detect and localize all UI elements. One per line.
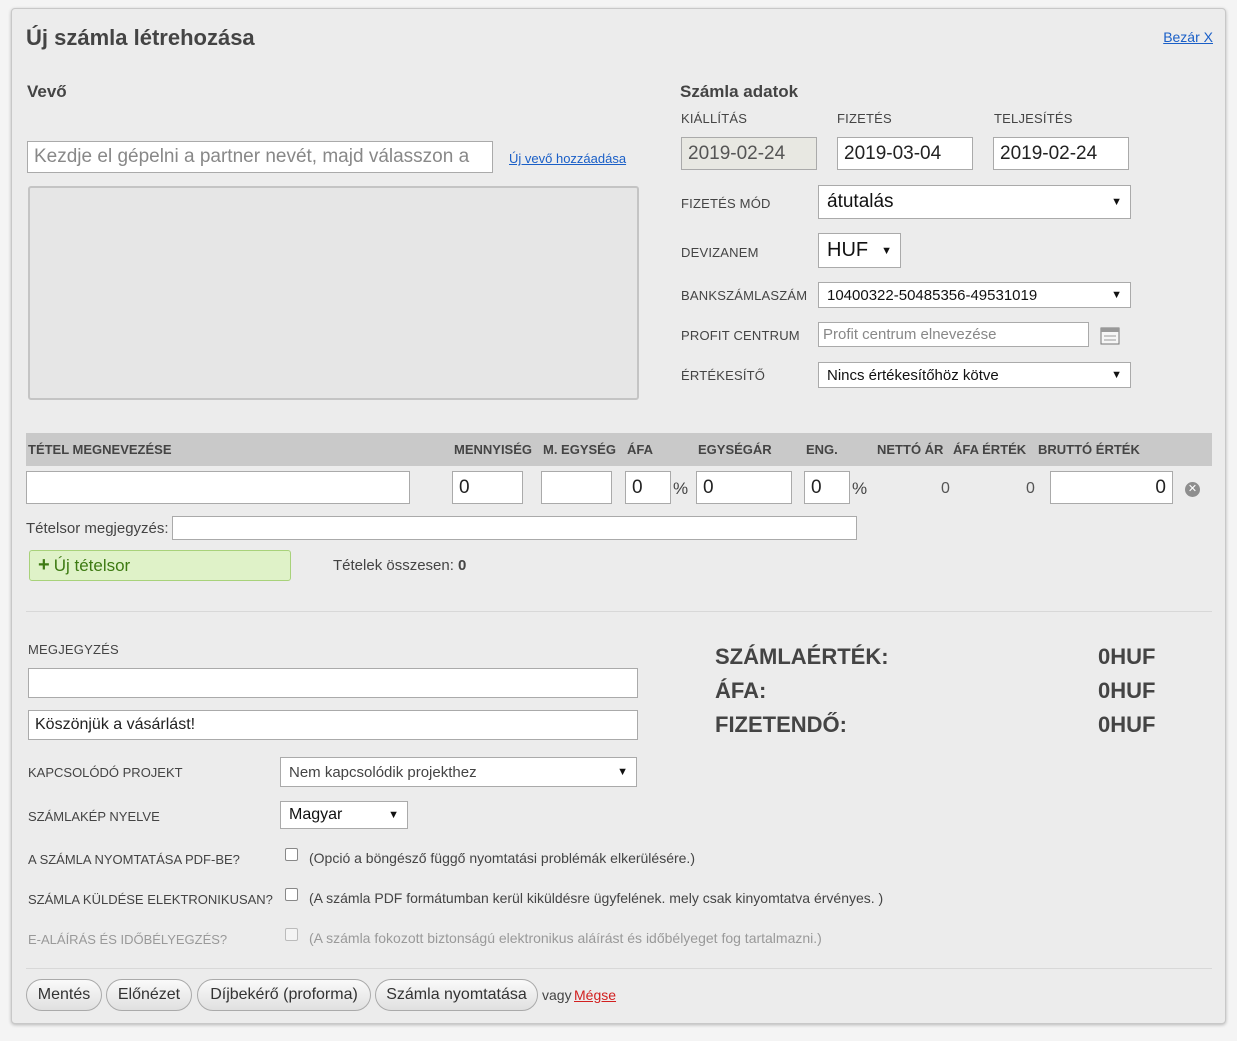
total-items-label: Tételek összesen:	[333, 557, 454, 574]
calendar-icon[interactable]	[1100, 327, 1120, 345]
profit-center-input[interactable]: Profit centrum elnevezése	[818, 322, 1089, 347]
pdf-print-checkbox[interactable]	[285, 848, 298, 861]
language-select[interactable]: Magyar ▼	[280, 801, 408, 829]
total-items-count: 0	[458, 557, 467, 574]
buyer-details-box	[28, 186, 639, 400]
invoice-value-label: SZÁMLAÉRTÉK:	[715, 644, 889, 669]
buyer-title: Vevő	[27, 82, 67, 101]
discount-percent-sign: %	[852, 479, 868, 498]
divider	[26, 611, 1212, 612]
pdf-print-label: A SZÁMLA NYOMTATÁSA PDF-BE?	[28, 852, 240, 867]
add-item-row-button[interactable]: + Új tételsor	[29, 550, 291, 581]
payment-method-value: átutalás	[827, 191, 894, 212]
item-net-value: 0	[941, 480, 950, 497]
item-qty-input[interactable]: 0	[452, 471, 523, 504]
payment-date-label: FIZETÉS	[837, 111, 892, 126]
seller-select[interactable]: Nincs értékesítőhöz kötve ▼	[818, 362, 1131, 388]
payment-method-label: FIZETÉS MÓD	[681, 196, 771, 211]
preview-button[interactable]: Előnézet	[106, 979, 192, 1011]
invoice-data-title: Számla adatok	[680, 82, 799, 101]
esign-label: E-ALÁÍRÁS ÉS IDŐBÉLYEGZÉS?	[28, 932, 228, 947]
chevron-down-icon: ▼	[881, 244, 892, 257]
proforma-button[interactable]: Díjbekérő (proforma)	[197, 979, 371, 1011]
save-button[interactable]: Mentés	[26, 979, 102, 1011]
fulfilment-date-label: TELJESÍTÉS	[994, 111, 1073, 126]
payable-label: FIZETENDŐ:	[715, 712, 847, 737]
invoice-panel: Új számla létrehozása Bezár X Vevő Kezdj…	[11, 8, 1226, 1024]
payment-method-select[interactable]: átutalás ▼	[818, 185, 1131, 219]
email-send-help: (A számla PDF formátumban kerül kiküldés…	[309, 890, 884, 906]
esign-checkbox	[285, 928, 298, 941]
seller-label: ÉRTÉKESÍTŐ	[681, 368, 766, 383]
esign-help: (A számla fokozott biztonságú elektronik…	[309, 930, 822, 946]
items-table-header: TÉTEL MEGNEVEZÉSE MENNYISÉG M. EGYSÉG ÁF…	[26, 433, 1212, 466]
col-net: NETTÓ ÁR	[877, 442, 944, 457]
divider	[26, 968, 1212, 969]
item-discount-input[interactable]: 0	[804, 471, 850, 504]
issue-date-input: 2019-02-24	[681, 137, 817, 170]
project-select[interactable]: Nem kapcsolódik projekthez ▼	[280, 757, 637, 787]
item-vat-value: 0	[1026, 480, 1035, 497]
project-label: KAPCSOLÓDÓ PROJEKT	[28, 765, 183, 780]
col-vat: ÁFA	[627, 442, 653, 457]
profit-center-label: PROFIT CENTRUM	[681, 328, 800, 343]
col-qty: MENNYISÉG	[454, 442, 533, 457]
chevron-down-icon: ▼	[388, 809, 399, 821]
fulfilment-date-input[interactable]: 2019-02-24	[993, 137, 1129, 170]
plus-icon: +	[38, 554, 50, 576]
item-unit-price-input[interactable]: 0	[696, 471, 792, 504]
pdf-print-help: (Opció a böngésző függő nyomtatási probl…	[309, 850, 695, 866]
seller-value: Nincs értékesítőhöz kötve	[827, 366, 999, 384]
email-send-checkbox[interactable]	[285, 888, 298, 901]
col-gross: BRUTTÓ ÉRTÉK	[1038, 442, 1140, 457]
note-input-1[interactable]	[28, 668, 638, 698]
language-label: SZÁMLAKÉP NYELVE	[28, 809, 160, 824]
add-buyer-link[interactable]: Új vevő hozzáadása	[509, 151, 626, 166]
buyer-search-input[interactable]: Kezdje el gépelni a partner nevét, majd …	[27, 141, 493, 173]
item-gross-input[interactable]: 0	[1050, 471, 1173, 504]
remove-row-icon[interactable]: ✕	[1185, 482, 1200, 497]
currency-value: HUF	[827, 239, 869, 261]
item-note-label: Tételsor megjegyzés:	[26, 520, 169, 537]
vat-total-value: 0HUF	[1098, 678, 1156, 703]
item-unit-input[interactable]	[541, 471, 612, 504]
col-unit: M. EGYSÉG	[543, 442, 616, 457]
project-value: Nem kapcsolódik projekthez	[289, 763, 477, 781]
payment-date-input[interactable]: 2019-03-04	[837, 137, 973, 170]
close-link[interactable]: Bezár X	[1163, 29, 1213, 45]
item-note-input[interactable]	[172, 516, 857, 540]
bank-account-value: 10400322-50485356-49531019	[827, 286, 1038, 304]
email-send-label: SZÁMLA KÜLDÉSE ELEKTRONIKUSAN?	[28, 892, 273, 907]
chevron-down-icon: ▼	[1111, 289, 1122, 301]
invoice-value: 0HUF	[1098, 644, 1156, 669]
item-name-input[interactable]	[26, 471, 410, 504]
col-discount: ENG.	[806, 442, 838, 457]
notes-label: MEGJEGYZÉS	[28, 642, 119, 657]
currency-select[interactable]: HUF ▼	[818, 233, 901, 268]
language-value: Magyar	[289, 806, 343, 823]
chevron-down-icon: ▼	[1111, 196, 1122, 208]
add-item-row-label: Új tételsor	[53, 555, 131, 575]
currency-label: DEVIZANEM	[681, 245, 759, 260]
col-vat-value: ÁFA ÉRTÉK	[953, 442, 1027, 457]
vat-percent-sign: %	[673, 479, 689, 498]
or-text: vagy	[542, 987, 572, 1003]
print-invoice-button[interactable]: Számla nyomtatása	[375, 979, 538, 1011]
bank-account-select[interactable]: 10400322-50485356-49531019 ▼	[818, 282, 1131, 308]
chevron-down-icon: ▼	[617, 766, 628, 778]
page-title: Új számla létrehozása	[26, 25, 255, 50]
col-unit-price: EGYSÉGÁR	[698, 442, 772, 457]
col-name: TÉTEL MEGNEVEZÉSE	[28, 442, 172, 457]
chevron-down-icon: ▼	[1111, 369, 1122, 381]
payable-value: 0HUF	[1098, 712, 1156, 737]
note-input-2[interactable]: Köszönjük a vásárlást!	[28, 710, 638, 740]
item-vat-input[interactable]: 0	[625, 471, 671, 504]
cancel-link[interactable]: Mégse	[574, 987, 616, 1003]
bank-account-label: BANKSZÁMLASZÁM	[681, 288, 808, 303]
vat-total-label: ÁFA:	[715, 678, 767, 703]
issue-date-label: KIÁLLÍTÁS	[681, 111, 748, 126]
